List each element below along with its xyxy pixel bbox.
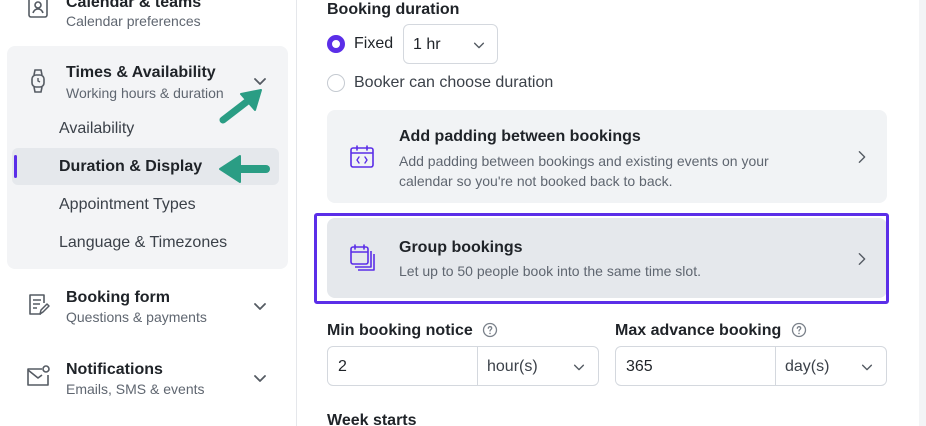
highlight-box — [314, 213, 889, 304]
radio-fixed[interactable] — [327, 35, 345, 53]
nav-item-calendar-teams[interactable]: Calendar & teams Calendar preferences — [7, 0, 288, 36]
info-icon[interactable] — [791, 322, 807, 338]
radio-booker-choose[interactable] — [327, 74, 345, 92]
chevron-down-icon — [861, 364, 873, 371]
mail-notification-icon — [27, 365, 50, 386]
annotation-arrow-icon — [219, 155, 270, 183]
nav-title: Booking form — [66, 289, 170, 306]
nav-title: Calendar & teams — [66, 0, 202, 11]
chevron-right-icon — [858, 151, 866, 163]
min-notice-field[interactable]: 2 hour(s) — [327, 346, 599, 386]
radio-booker-choose-label: Booker can choose duration — [354, 74, 554, 91]
nav-subtitle: Working hours & duration — [66, 85, 224, 101]
padding-card[interactable]: Add padding between bookings Add padding… — [327, 110, 887, 203]
nav-title: Notifications — [66, 361, 163, 378]
chevron-down-icon — [473, 42, 485, 49]
max-advance-value[interactable]: 365 — [626, 358, 653, 376]
chevron-down-icon — [573, 364, 585, 371]
page-gutter — [919, 0, 926, 426]
max-advance-unit[interactable]: day(s) — [785, 358, 829, 376]
min-notice-label: Min booking notice — [327, 322, 473, 339]
contact-card-icon — [28, 0, 48, 18]
min-notice-value[interactable]: 2 — [338, 358, 347, 376]
chevron-down-icon[interactable] — [252, 370, 268, 386]
sidebar-item-duration-display[interactable]: Duration & Display — [59, 158, 202, 176]
min-notice-unit[interactable]: hour(s) — [487, 358, 538, 376]
nav-subtitle: Emails, SMS & events — [66, 381, 205, 397]
annotation-arrow-icon — [219, 89, 262, 124]
booking-duration-label: Booking duration — [327, 1, 460, 18]
calendar-code-icon — [350, 145, 374, 168]
sidebar-item-availability[interactable]: Availability — [59, 120, 134, 138]
max-advance-label: Max advance booking — [615, 322, 782, 339]
nav-item-booking-form[interactable]: Booking form Questions & payments — [7, 280, 288, 332]
field-divider — [775, 347, 776, 385]
info-icon[interactable] — [482, 322, 498, 338]
radio-fixed-label: Fixed — [354, 35, 394, 52]
nav-subtitle: Calendar preferences — [66, 13, 201, 29]
duration-select[interactable]: 1 hr — [403, 24, 498, 64]
settings-sidebar: Calendar & teams Calendar preferences Ti… — [0, 0, 297, 426]
nav-item-notifications[interactable]: Notifications Emails, SMS & events — [7, 352, 288, 404]
chevron-down-icon[interactable] — [252, 298, 268, 314]
sidebar-item-appointment-types[interactable]: Appointment Types — [59, 196, 196, 214]
duration-select-value: 1 hr — [413, 36, 441, 53]
field-divider — [477, 347, 478, 385]
week-starts-label: Week starts — [327, 412, 417, 426]
sidebar-item-language-timezones[interactable]: Language & Timezones — [59, 234, 227, 252]
nav-title: Times & Availability — [66, 64, 216, 81]
padding-card-description: Add padding between bookings and existin… — [399, 153, 769, 189]
watch-icon — [31, 69, 45, 93]
nav-subtitle: Questions & payments — [66, 309, 207, 325]
padding-card-title: Add padding between bookings — [399, 128, 641, 145]
form-edit-icon — [29, 294, 50, 315]
active-indicator — [14, 155, 17, 178]
max-advance-field[interactable]: 365 day(s) — [615, 346, 887, 386]
